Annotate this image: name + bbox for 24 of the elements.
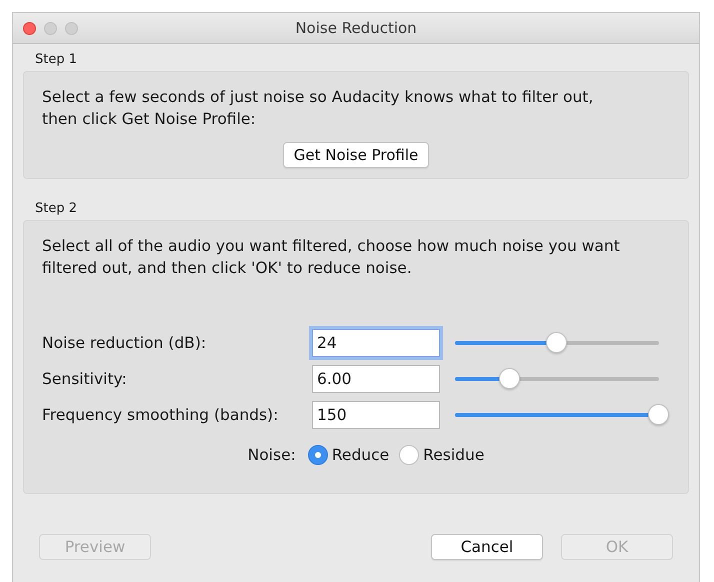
setting-label: Frequency smoothing (bands): (42, 406, 280, 424)
step-label: Step 1 (34, 52, 78, 67)
step-label: Step 2 (34, 201, 78, 216)
slider-thumb[interactable] (648, 404, 669, 425)
instruction-text: Select a few seconds of just noise so Audacity knows what to filter out, then click Get Noise Profile: (42, 87, 594, 130)
dialog-button[interactable]: Cancel (431, 534, 543, 560)
radio-option[interactable]: Reduce (308, 445, 390, 465)
zoom-icon[interactable] (65, 22, 78, 34)
radio-option[interactable]: Residue (399, 445, 484, 465)
window-title: Noise Reduction (295, 19, 417, 37)
setting-label: Sensitivity: (42, 370, 128, 388)
minimize-icon[interactable] (44, 22, 57, 34)
radio-icon[interactable] (399, 445, 420, 465)
radio-icon[interactable] (308, 445, 328, 465)
instruction-text: Select all of the audio you want filtered, choose how much noise you want filtered out, and then click 'OK' to reduce noise. (42, 236, 621, 279)
close-icon[interactable] (23, 22, 36, 34)
noise-label: Noise: (248, 446, 296, 464)
get-noise-profile-button[interactable]: Get Noise Profile (282, 142, 430, 168)
input-field[interactable]: 150 (312, 401, 440, 429)
input-field[interactable]: 6.00 (312, 365, 440, 393)
slider-thumb[interactable] (499, 368, 520, 389)
setting-label: Noise reduction (dB): (42, 334, 208, 352)
input-field[interactable]: 24 (312, 329, 440, 357)
slider-thumb[interactable] (546, 332, 567, 353)
